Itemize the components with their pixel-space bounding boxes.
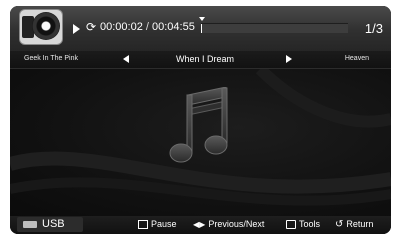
previous-track-title[interactable]: Geek In The Pink — [24, 55, 78, 62]
album-art-icon — [20, 10, 62, 44]
tools-hint[interactable]: Tools — [286, 219, 321, 230]
source-device[interactable]: USB — [17, 217, 83, 232]
progress-marker-icon — [199, 17, 205, 21]
usb-icon — [23, 221, 37, 228]
current-track-title: When I Dream — [175, 54, 235, 64]
tools-icon — [286, 220, 296, 230]
source-label: USB — [42, 218, 65, 230]
track-count: 1/3 — [364, 21, 383, 36]
left-right-icon: ◀▶ — [193, 220, 206, 230]
return-hint[interactable]: ↺ Return — [335, 219, 373, 230]
pause-key-icon — [138, 220, 148, 230]
time-separator: / — [145, 21, 149, 33]
repeat-icon[interactable]: ⟳ — [86, 20, 96, 34]
next-track-title[interactable]: Heaven — [345, 55, 369, 62]
return-label: Return — [346, 219, 374, 229]
time-display: 00:00:02 / 00:04:55 — [100, 21, 195, 34]
tools-label: Tools — [299, 219, 321, 229]
arrow-right-icon[interactable] — [286, 55, 292, 63]
return-icon: ↺ — [335, 219, 344, 231]
progress-bar[interactable] — [201, 23, 348, 33]
pause-hint[interactable]: Pause — [138, 219, 177, 230]
previous-next-hint[interactable]: ◀▶ Previous/Next — [193, 219, 264, 229]
pause-label: Pause — [151, 219, 177, 229]
previous-next-label: Previous/Next — [208, 219, 265, 229]
progress-fill — [201, 24, 203, 33]
music-player-screen: ⟳ 00:00:02 / 00:04:55 1/3 Geek In The Pi… — [10, 6, 391, 234]
bottom-guide-bar: USB Pause ◀▶ Previous/Next Tools ↺ Return — [10, 216, 391, 234]
total-time: 00:04:55 — [152, 21, 195, 33]
music-note-icon — [169, 87, 228, 163]
play-icon[interactable] — [73, 24, 80, 34]
now-playing-area — [10, 69, 391, 216]
playback-bar: ⟳ 00:00:02 / 00:04:55 1/3 — [10, 6, 391, 51]
elapsed-time: 00:00:02 — [100, 21, 143, 33]
track-navigation: Geek In The Pink When I Dream Heaven — [10, 51, 391, 69]
arrow-left-icon[interactable] — [123, 55, 129, 63]
